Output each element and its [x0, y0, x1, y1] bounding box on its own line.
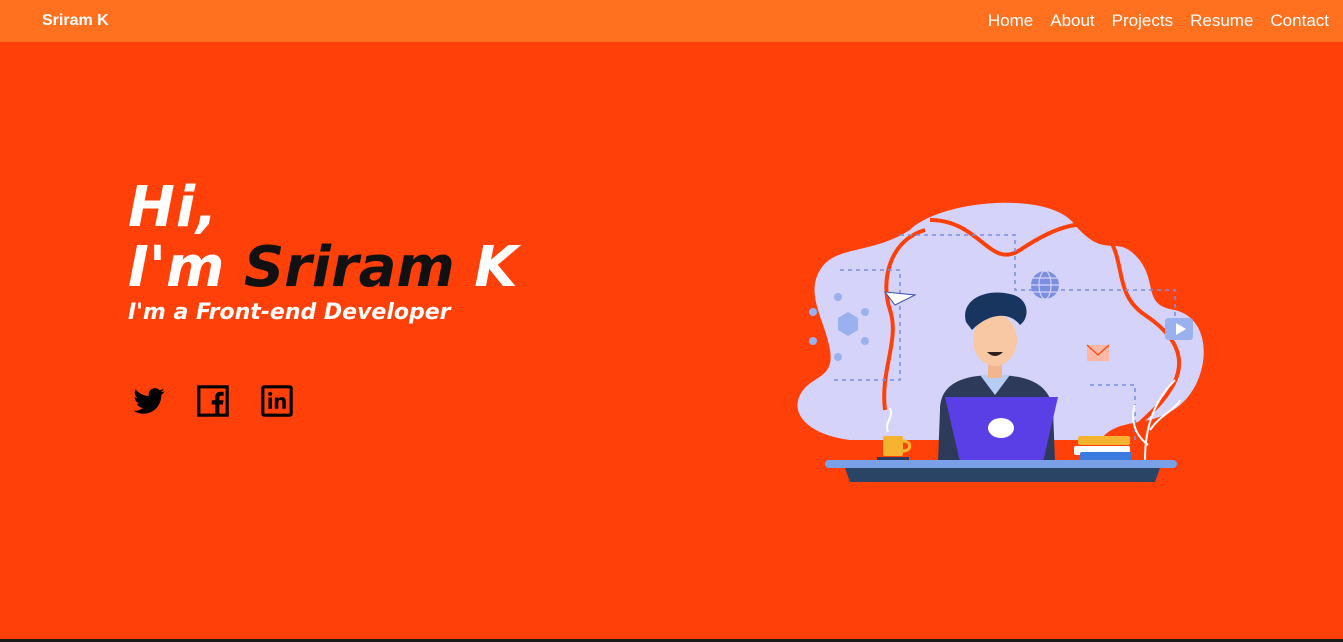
nav-link-projects[interactable]: Projects — [1112, 11, 1173, 31]
hero-intro: I'm Sriram K — [128, 238, 518, 298]
nav-link-resume[interactable]: Resume — [1190, 11, 1253, 31]
developer-illustration — [797, 202, 1204, 482]
linkedin-icon[interactable] — [260, 384, 294, 418]
social-links — [132, 384, 294, 418]
hero-name: Sriram — [243, 235, 475, 300]
twitter-icon[interactable] — [132, 384, 166, 418]
desk-top — [825, 460, 1177, 468]
books-stack — [1074, 436, 1132, 461]
hero-name-last: K — [474, 235, 518, 300]
coffee-cup-icon — [883, 436, 903, 456]
laptop-logo — [988, 418, 1014, 438]
nav-link-home[interactable]: Home — [988, 11, 1033, 31]
nav-link-contact[interactable]: Contact — [1270, 11, 1329, 31]
nav-links: Home About Projects Resume Contact — [971, 11, 1329, 31]
desk-base — [845, 468, 1160, 482]
nav-link-about[interactable]: About — [1050, 11, 1094, 31]
hero-greeting: Hi, — [128, 175, 219, 240]
hero-text: Hi, I'm Sriram K I'm a Front-end Develop… — [128, 175, 518, 326]
hero-role: I'm a Front-end Developer — [128, 300, 451, 325]
hero-intro-prefix: I'm — [128, 235, 244, 300]
facebook-icon[interactable] — [196, 384, 230, 418]
navbar: Sriram K Home About Projects Resume Cont… — [0, 0, 1343, 42]
brand-logo[interactable]: Sriram K — [42, 12, 109, 30]
